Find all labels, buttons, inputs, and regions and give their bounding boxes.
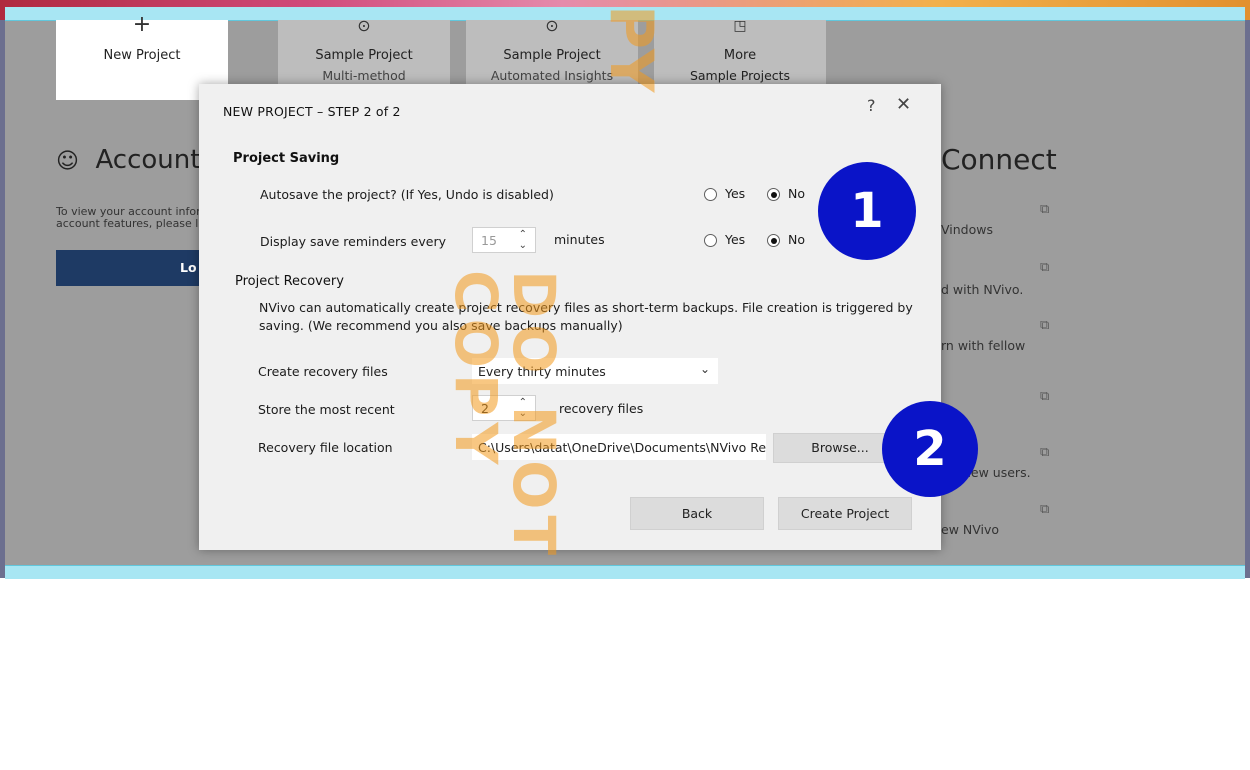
external-link-icon[interactable]: ⧉: [1040, 502, 1049, 517]
account-icon: ☺: [56, 149, 79, 174]
reminder-minutes-stepper[interactable]: 15 ⌃ ⌄: [472, 227, 536, 253]
external-link-icon[interactable]: ⧉: [1040, 260, 1049, 275]
project-saving-heading: Project Saving: [233, 151, 340, 166]
close-icon[interactable]: ✕: [896, 94, 911, 115]
download-icon: ⊙: [545, 16, 559, 35]
watermark: DO NOT COPY: [442, 270, 568, 562]
radio-icon: [704, 188, 717, 201]
autosave-label: Autosave the project? (If Yes, Undo is d…: [260, 187, 554, 202]
download-icon: ⊙: [357, 16, 371, 35]
login-button[interactable]: Lo: [56, 250, 201, 286]
radio-checked-icon: [767, 188, 780, 201]
external-link-icon: ◳: [733, 18, 747, 34]
stepper-arrows-icon[interactable]: ⌃ ⌄: [519, 229, 527, 251]
create-recovery-label: Create recovery files: [258, 364, 388, 379]
location-label: Recovery file location: [258, 440, 393, 455]
connect-item[interactable]: rn with fellow: [941, 338, 1025, 353]
watermark-fragment: PY: [596, 5, 666, 93]
plus-icon: +: [132, 12, 152, 37]
recovery-description-line2: saving. (We recommend you also save back…: [259, 318, 623, 333]
recovery-description-line1: NVivo can automatically create project r…: [259, 300, 913, 315]
create-project-button[interactable]: Create Project: [778, 497, 912, 530]
external-link-icon[interactable]: ⧉: [1040, 202, 1049, 217]
external-link-icon[interactable]: ⧉: [1040, 389, 1049, 404]
account-description: To view your account infor account featu…: [56, 205, 206, 230]
chevron-down-icon: ⌄: [699, 362, 710, 376]
autosave-yes-radio[interactable]: Yes: [704, 186, 745, 201]
step-badge-2: 2: [882, 401, 978, 497]
reminder-unit: minutes: [554, 232, 605, 247]
reminder-label: Display save reminders every: [260, 234, 446, 249]
dialog-title: NEW PROJECT – STEP 2 of 2: [223, 104, 401, 119]
reminder-yes-radio[interactable]: Yes: [704, 232, 745, 247]
connect-heading: Connect: [941, 143, 1057, 176]
bottom-border-band: [5, 565, 1245, 579]
radio-checked-icon: [767, 234, 780, 247]
store-recent-label: Store the most recent: [258, 402, 395, 417]
connect-item[interactable]: d with NVivo.: [941, 282, 1023, 297]
account-heading: ☺ Account: [56, 145, 201, 175]
project-recovery-heading: Project Recovery: [235, 274, 344, 289]
step-badge-1: 1: [818, 162, 916, 260]
connect-item[interactable]: ew NVivo: [941, 522, 999, 537]
autosave-no-radio[interactable]: No: [767, 186, 805, 201]
store-unit: recovery files: [559, 401, 644, 416]
help-icon[interactable]: ?: [867, 96, 876, 115]
back-button[interactable]: Back: [630, 497, 764, 530]
radio-icon: [704, 234, 717, 247]
external-link-icon[interactable]: ⧉: [1040, 445, 1049, 460]
reminder-no-radio[interactable]: No: [767, 232, 805, 247]
connect-item[interactable]: Vindows: [941, 222, 993, 237]
external-link-icon[interactable]: ⧉: [1040, 318, 1049, 333]
new-project-dialog: NEW PROJECT – STEP 2 of 2 ? ✕ Project Sa…: [199, 84, 941, 550]
